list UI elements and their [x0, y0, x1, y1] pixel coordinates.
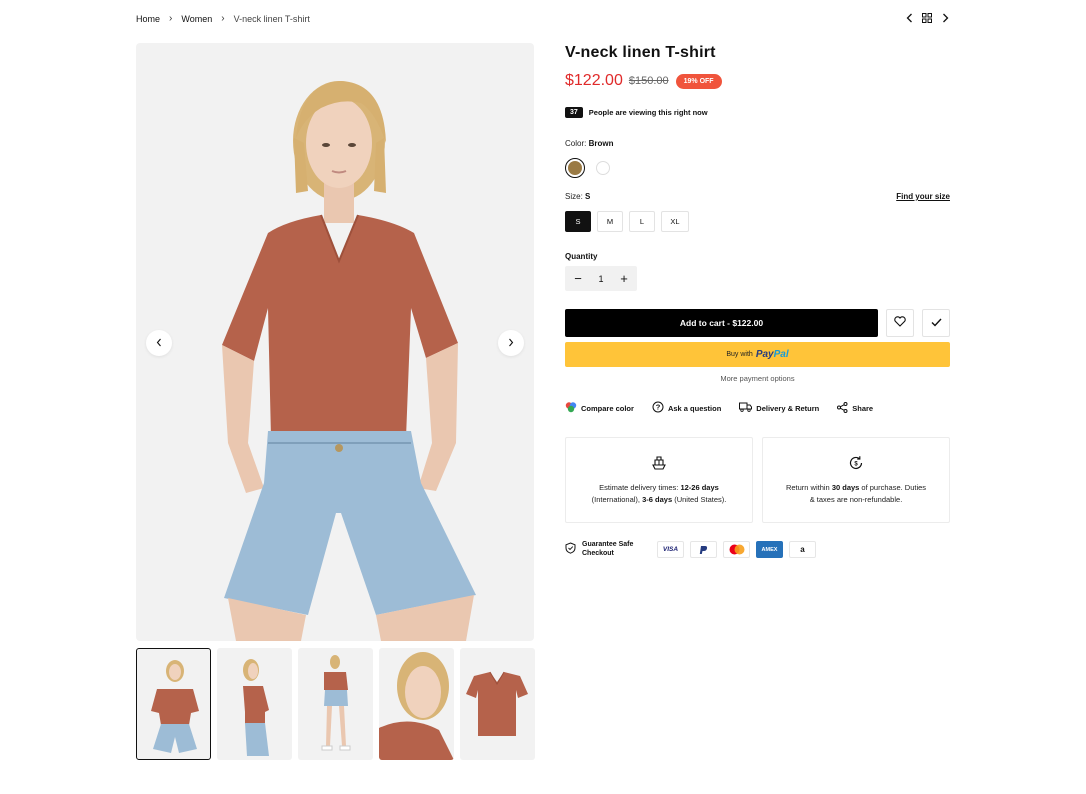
breadcrumb-home[interactable]: Home — [136, 14, 160, 24]
selected-color: Brown — [588, 139, 614, 148]
add-to-cart-button[interactable]: Add to cart - $122.00 — [565, 309, 878, 337]
color-palette-icon — [565, 401, 577, 415]
discount-badge: 19% OFF — [675, 73, 722, 89]
return-icon: $ — [847, 454, 865, 476]
compare-button[interactable] — [922, 309, 950, 337]
product-main-image[interactable] — [136, 43, 534, 641]
amazon-pay-icon: a — [789, 541, 816, 558]
model-photo — [222, 81, 476, 641]
breadcrumb: Home › Women › V-neck linen T-shirt — [136, 13, 310, 24]
thumbnail-4[interactable] — [379, 648, 454, 760]
thumbnail-3[interactable] — [298, 648, 373, 760]
quantity-increase-button[interactable]: + — [617, 272, 631, 285]
viewers-text: People are viewing this right now — [588, 108, 708, 117]
quantity-label: Quantity — [565, 252, 598, 261]
paypal-icon — [690, 541, 717, 558]
safe-checkout-row: Guarantee Safe Checkout VISA AMEX a — [565, 541, 816, 558]
compare-color-action[interactable]: Compare color — [565, 401, 634, 415]
ask-question-action[interactable]: ? Ask a question — [652, 401, 721, 415]
thumbnail-1[interactable] — [136, 648, 211, 760]
swatch-brown[interactable] — [565, 158, 585, 178]
more-payment-options-link[interactable]: More payment options — [565, 374, 950, 383]
size-option-s[interactable]: S — [565, 211, 591, 232]
viewers-count: 37 — [565, 107, 583, 118]
product-title: V-neck linen T-shirt — [565, 44, 716, 61]
shield-icon — [565, 542, 576, 557]
size-option-m[interactable]: M — [597, 211, 623, 232]
product-navigation — [904, 12, 950, 24]
payment-icons: VISA AMEX a — [657, 541, 816, 558]
quantity-decrease-button[interactable]: − — [571, 272, 585, 285]
grid-icon[interactable] — [922, 12, 932, 24]
size-options: S M L XL — [565, 211, 689, 232]
breadcrumb-current: V-neck linen T-shirt — [233, 13, 310, 24]
image-next-button[interactable] — [498, 330, 524, 356]
share-icon — [837, 401, 848, 415]
visa-icon: VISA — [657, 541, 684, 558]
delivery-return-action[interactable]: Delivery & Return — [739, 402, 819, 414]
size-label: Size: S — [565, 192, 591, 201]
sale-price: $122.00 — [565, 72, 623, 89]
selected-size: S — [585, 192, 591, 201]
swatch-white[interactable] — [593, 158, 613, 178]
mastercard-icon — [723, 541, 750, 558]
breadcrumb-separator-icon: › — [169, 13, 173, 24]
truck-icon — [739, 402, 753, 414]
price-row: $122.00 $150.00 19% OFF — [565, 72, 722, 90]
guarantee-safe-checkout: Guarantee Safe Checkout — [565, 541, 657, 558]
product-actions: Compare color ? Ask a question Delivery … — [565, 401, 873, 415]
quantity-stepper: − 1 + — [565, 266, 637, 291]
heart-icon — [894, 314, 906, 332]
viewers-notice: 37 People are viewing this right now — [565, 107, 708, 118]
quantity-value[interactable]: 1 — [598, 274, 603, 284]
color-label: Color: Brown — [565, 139, 614, 148]
size-option-l[interactable]: L — [629, 211, 655, 232]
image-prev-button[interactable] — [146, 330, 172, 356]
return-info-box: $ Return within 30 days of purchase. Dut… — [762, 437, 950, 523]
paypal-button[interactable]: Buy with PayPal — [565, 342, 950, 367]
color-swatches — [565, 158, 613, 178]
svg-text:?: ? — [656, 403, 661, 412]
find-your-size-link[interactable]: Find your size — [896, 192, 950, 201]
cart-row: Add to cart - $122.00 — [565, 309, 950, 337]
breadcrumb-separator-icon: › — [221, 13, 225, 24]
wishlist-button[interactable] — [886, 309, 914, 337]
thumbnail-list — [136, 648, 535, 760]
svg-text:$: $ — [854, 462, 858, 468]
thumbnail-2[interactable] — [217, 648, 292, 760]
chevron-right-icon — [508, 334, 514, 352]
share-action[interactable]: Share — [837, 401, 873, 415]
chevron-left-icon — [156, 334, 162, 352]
delivery-info-box: Estimate delivery times: 12-26 days (Int… — [565, 437, 753, 523]
chevron-left-icon[interactable] — [904, 12, 914, 24]
question-circle-icon: ? — [652, 401, 664, 415]
chevron-right-icon[interactable] — [940, 12, 950, 24]
breadcrumb-women[interactable]: Women — [181, 14, 212, 24]
amex-icon: AMEX — [756, 541, 783, 558]
check-icon — [931, 314, 942, 332]
compare-price: $150.00 — [628, 75, 669, 87]
thumbnail-5[interactable] — [460, 648, 535, 760]
paypal-logo: PayPal — [755, 349, 789, 360]
size-option-xl[interactable]: XL — [661, 211, 689, 232]
ship-icon — [650, 454, 668, 476]
